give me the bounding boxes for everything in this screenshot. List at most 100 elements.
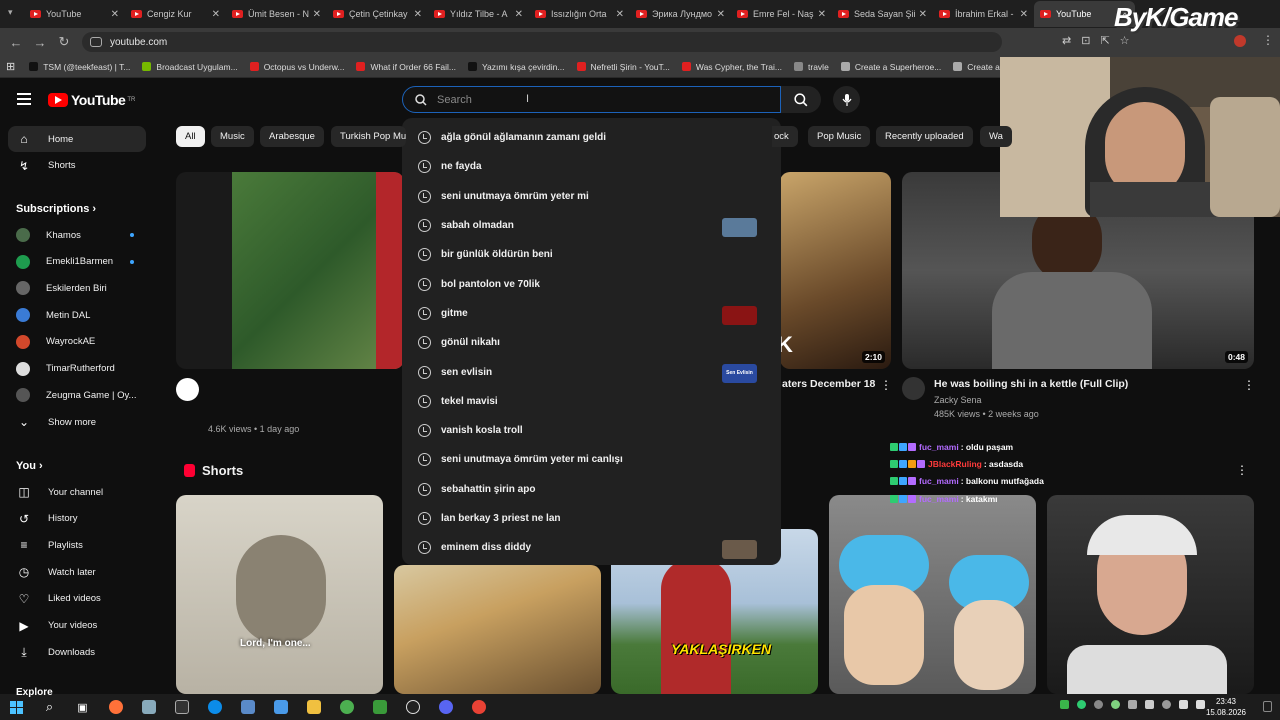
browser-tab[interactable]: Seda Sayan Şiir ✕ [832,1,933,27]
video-title[interactable]: He was boiling shi in a kettle (Full Cli… [934,378,1128,390]
translate-icon[interactable]: ⇄ [1062,34,1071,47]
more-actions-icon[interactable]: ⋮ [1243,378,1255,392]
sidebar-subscription[interactable]: Metin DAL [8,302,146,328]
task-view-icon[interactable]: ▣ [66,694,99,720]
bookmark-star-icon[interactable]: ☆ [1120,34,1130,47]
sidebar-item-watch-later[interactable]: ◷ Watch later [8,559,146,585]
search-suggestion[interactable]: sebahattin şirin apo [402,475,781,504]
close-tab-icon[interactable]: ✕ [212,9,220,20]
search-suggestion[interactable]: ağla gönül ağlamanın zamanı geldi [402,123,781,152]
search-suggestion[interactable]: lan berkay 3 priest ne lan [402,504,781,533]
tray-icon[interactable] [1162,700,1171,709]
browser-tab[interactable]: Эрика Лундмо ✕ [630,1,731,27]
bookmark-item[interactable]: Was Cypher, the Trai... [681,62,782,72]
youtube-logo[interactable]: YouTube TR [48,92,135,108]
file-explorer-icon[interactable] [297,694,330,720]
chrome-icon[interactable] [462,694,495,720]
channel-name[interactable]: Zacky Sena [934,395,982,405]
filter-chip[interactable]: Wa [980,126,1012,147]
sidebar-subscription[interactable]: Khamos [8,222,146,248]
sidebar-item-history[interactable]: ↺ History [8,506,146,532]
bookmark-item[interactable]: TSM (@teekfeast) | T... [29,62,130,72]
search-suggestion[interactable]: sabah olmadan [402,211,781,240]
app-icon[interactable] [363,694,396,720]
browser-tab[interactable]: Ümit Besen - N ✕ [226,1,327,27]
search-suggestion[interactable]: bol pantolon ve 70lik [402,269,781,298]
back-icon[interactable]: ← [4,35,28,50]
bookmark-item[interactable]: What if Order 66 Fail... [356,62,456,72]
search-box[interactable]: Search I [402,86,781,113]
channel-avatar[interactable] [176,378,199,401]
filter-chip[interactable]: Arabesque [260,126,324,147]
close-tab-icon[interactable]: ✕ [1020,9,1028,20]
voice-search-button[interactable] [833,86,860,113]
search-suggestion[interactable]: gitme [402,299,781,328]
chrome-icon[interactable] [330,694,363,720]
sidebar-subscription[interactable]: Emekli1Barmen [8,249,146,275]
more-actions-icon[interactable]: ⋮ [880,378,892,392]
notifications-icon[interactable] [1263,701,1272,712]
tray-icon[interactable] [1077,700,1086,709]
bookmark-item[interactable]: Broadcast Uygulam... [142,62,238,72]
bookmark-item[interactable]: travle [794,62,829,72]
browser-tab[interactable]: Yıldız Tilbe - A ✕ [428,1,529,27]
short-thumbnail-2[interactable] [394,565,601,694]
tray-icon[interactable] [1094,700,1103,709]
firefox-icon[interactable] [99,694,132,720]
video-title[interactable]: aters December 18 [782,378,875,390]
sidebar-item-like[interactable]: ♡ Liked videos [8,586,146,612]
filter-chip[interactable]: ock [772,126,798,147]
guide-menu-icon[interactable] [17,93,31,105]
tab-search-icon[interactable]: ▾ [8,7,13,18]
video-thumbnail-2[interactable]: K 2:10 [780,172,891,369]
share-icon[interactable]: ⇱ [1100,34,1109,47]
you-heading[interactable]: You › [16,460,43,472]
sidebar-subscription[interactable]: Eskilerden Biri [8,275,146,301]
shorts-more-icon[interactable]: ⋮ [1236,463,1248,477]
close-tab-icon[interactable]: ✕ [111,9,119,20]
close-tab-icon[interactable]: ✕ [313,9,321,20]
mail-icon[interactable] [264,694,297,720]
obs-icon[interactable] [396,694,429,720]
search-suggestion[interactable]: eminem diss diddy [402,533,781,562]
close-tab-icon[interactable]: ✕ [717,9,725,20]
sidebar-item-download[interactable]: ⤓ Downloads [8,639,146,665]
search-input[interactable]: Search [437,94,472,106]
volume-icon[interactable] [1196,700,1205,709]
filter-chip[interactable]: Turkish Pop Mu [331,126,406,147]
site-info-icon[interactable] [90,37,102,47]
search-suggestion[interactable]: tekel mavisi [402,387,781,416]
search-suggestion[interactable]: ne fayda [402,152,781,181]
discord-icon[interactable] [429,694,462,720]
edge-icon[interactable] [198,694,231,720]
filter-chip[interactable]: All [176,126,205,147]
address-bar[interactable]: youtube.com [82,32,1002,52]
browser-tab[interactable]: YouTube ✕ [24,1,125,27]
browser-tab[interactable]: Emre Fel - Naş ✕ [731,1,832,27]
reload-icon[interactable]: ↻ [52,34,76,50]
close-tab-icon[interactable]: ✕ [515,9,523,20]
subscriptions-heading[interactable]: Subscriptions › [16,203,96,215]
short-thumbnail-1[interactable]: Lord, I'm one... [176,495,383,694]
sidebar-subscription[interactable]: WayrockAE [8,329,146,355]
bookmark-item[interactable]: Nefretli Şirin - YouT... [576,62,670,72]
sidebar-item-your-videos[interactable]: ▶ Your videos [8,613,146,639]
search-suggestion[interactable]: bir günlük öldürün beni [402,240,781,269]
terminal-icon[interactable] [165,694,198,720]
tray-icon[interactable] [1060,700,1069,709]
search-suggestion[interactable]: vanish kosla troll [402,416,781,445]
profile-avatar[interactable] [1234,35,1246,47]
sidebar-item-home[interactable]: ⌂ Home [8,126,146,152]
close-tab-icon[interactable]: ✕ [414,9,422,20]
filter-chip[interactable]: Recently uploaded [876,126,973,147]
close-tab-icon[interactable]: ✕ [919,9,927,20]
show-more-button[interactable]: ⌄ Show more [8,409,146,435]
filter-chip[interactable]: Pop Music [808,126,871,147]
short-thumbnail-4[interactable] [829,495,1036,694]
search-suggestion[interactable]: seni unutmaya ömrüm yeter mi [402,182,781,211]
browser-tab[interactable]: Çetin Çetinkay ✕ [327,1,428,27]
forward-icon[interactable]: → [28,35,52,50]
apps-icon[interactable]: ⊞ [6,60,15,73]
sidebar-item-channel[interactable]: ◫ Your channel [8,479,146,505]
short-thumbnail-5[interactable] [1047,495,1254,694]
